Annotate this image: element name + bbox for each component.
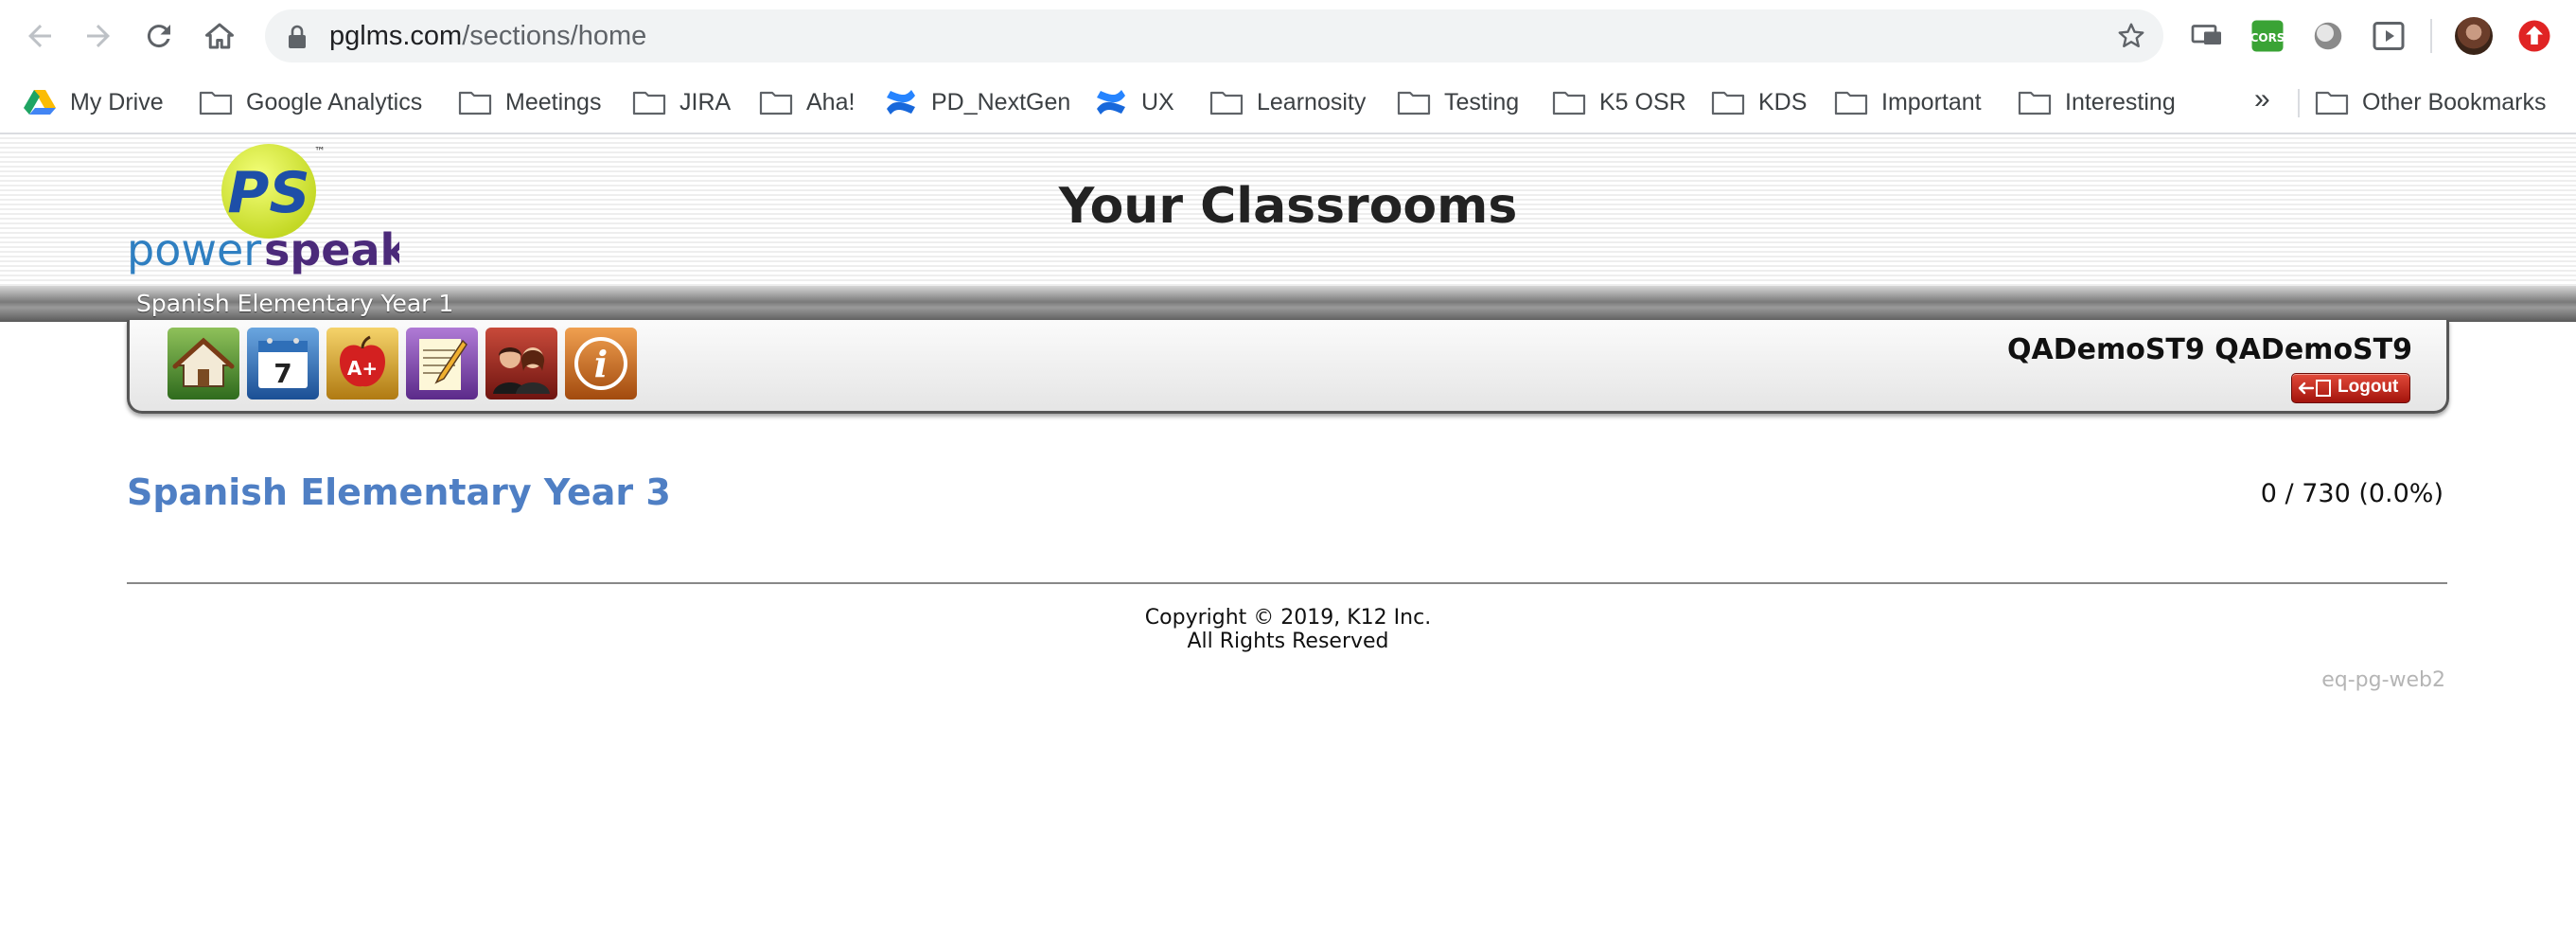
bookmark-google-analytics[interactable]: Google Analytics xyxy=(199,81,422,123)
page-title: Your Classrooms xyxy=(1058,178,1518,235)
svg-text:i: i xyxy=(594,343,608,385)
folder-icon xyxy=(632,91,666,115)
url-text[interactable]: pglms.com/sections/home xyxy=(329,19,646,53)
assignments-icon[interactable] xyxy=(406,328,478,399)
course-strip: Spanish Elementary Year 1 xyxy=(0,286,2576,322)
home-icon[interactable] xyxy=(203,19,237,53)
bookmark-label: KDS xyxy=(1758,88,1808,115)
current-course-label: Spanish Elementary Year 1 xyxy=(136,290,454,317)
cors-icon[interactable]: CORS xyxy=(2250,19,2285,53)
classroom-link[interactable]: Spanish Elementary Year 3 xyxy=(127,471,671,513)
bookmark-learnosity[interactable]: Learnosity xyxy=(1209,81,1366,123)
bookmark-label: Learnosity xyxy=(1257,88,1367,115)
copyright-line: Copyright © 2019, K12 Inc. xyxy=(1144,606,1432,630)
bookmark-label: Aha! xyxy=(806,88,856,115)
bookmark-label: My Drive xyxy=(70,88,164,115)
nav-panel: 7 A+ i QADemoST9 QADemoST9 Logout xyxy=(127,320,2449,414)
folder-icon xyxy=(759,91,793,115)
folder-icon xyxy=(458,91,492,115)
address-bar[interactable]: pglms.com/sections/home xyxy=(265,9,2163,62)
bookmark-meetings[interactable]: Meetings xyxy=(458,81,601,123)
bookmark-k5-osr[interactable]: K5 OSR xyxy=(1552,81,1686,123)
more-bookmarks-button[interactable]: » xyxy=(2254,83,2270,115)
bookmark-other-bookmarks[interactable]: Other Bookmarks xyxy=(2315,81,2547,123)
info-icon[interactable]: i xyxy=(565,328,637,399)
folder-icon xyxy=(1397,91,1431,115)
bookmark-pd-nextgen[interactable]: PD_NextGen xyxy=(884,81,1070,123)
bookmark-label: Interesting xyxy=(2065,88,2176,115)
footer-divider xyxy=(127,582,2447,584)
logout-label: Logout xyxy=(2338,377,2399,397)
user-name: QADemoST9 QADemoST9 xyxy=(2006,333,2412,366)
bookmark-label: Important xyxy=(1881,88,1982,115)
upload-extension-icon[interactable] xyxy=(2517,19,2551,53)
reload-icon[interactable] xyxy=(142,19,176,53)
lock-icon xyxy=(289,25,306,48)
calendar-day: 7 xyxy=(273,358,291,389)
browser-toolbar: pglms.com/sections/home CORS xyxy=(0,0,2576,72)
profile-avatar[interactable] xyxy=(2455,17,2493,55)
logo-tm: ™ xyxy=(314,145,326,158)
folder-icon xyxy=(2315,91,2349,115)
confluence-icon xyxy=(1097,90,1125,115)
google-drive-icon xyxy=(24,90,56,115)
bookmark-label: Other Bookmarks xyxy=(2362,88,2547,115)
copyright: Copyright © 2019, K12 Inc. All Rights Re… xyxy=(0,606,2576,653)
grades-icon[interactable]: A+ xyxy=(326,328,398,399)
folder-icon xyxy=(1209,91,1244,115)
bookmark-kds[interactable]: KDS xyxy=(1711,81,1807,123)
back-icon[interactable] xyxy=(23,19,57,53)
page-content: PS ™ power speak Your Classrooms Spanish… xyxy=(0,134,2576,941)
folder-icon xyxy=(2018,91,2052,115)
confluence-icon xyxy=(887,90,915,115)
svg-text:CORS: CORS xyxy=(2250,31,2285,44)
server-id: eq-pg-web2 xyxy=(2321,668,2445,692)
bookmark-aha[interactable]: Aha! xyxy=(759,81,855,123)
rights-line: All Rights Reserved xyxy=(1187,630,1389,653)
bookmark-label: K5 OSR xyxy=(1599,88,1686,115)
toolbar-divider xyxy=(2430,19,2432,53)
circle-extension-icon[interactable] xyxy=(2311,19,2345,53)
bookmarks-bar: My Drive Google Analytics Meetings JIRA … xyxy=(0,72,2576,134)
bookmark-label: Testing xyxy=(1444,88,1520,115)
video-extension-icon[interactable] xyxy=(2372,19,2406,53)
home-icon[interactable] xyxy=(168,328,239,399)
bookmark-label: UX xyxy=(1141,88,1174,115)
bookmark-interesting[interactable]: Interesting xyxy=(2018,81,2176,123)
url-path: /sections/home xyxy=(462,21,647,51)
bookmark-label: PD_NextGen xyxy=(931,88,1071,115)
calendar-icon[interactable]: 7 xyxy=(247,328,319,399)
bookmark-label: Google Analytics xyxy=(246,88,423,115)
cast-icon[interactable] xyxy=(2190,19,2224,53)
bookmark-my-drive[interactable]: My Drive xyxy=(23,81,164,123)
bookmark-label: Meetings xyxy=(505,88,602,115)
folder-icon xyxy=(1834,91,1868,115)
url-domain: pglms.com xyxy=(329,21,463,51)
bookmark-jira[interactable]: JIRA xyxy=(632,81,731,123)
grades-label: A+ xyxy=(347,357,378,380)
bookmark-label: JIRA xyxy=(679,88,732,115)
classroom-progress: 0 / 730 (0.0%) xyxy=(2260,479,2444,508)
bookmark-testing[interactable]: Testing xyxy=(1397,81,1519,123)
teachers-icon[interactable] xyxy=(485,328,557,399)
bookmarks-divider xyxy=(2298,89,2300,117)
bookmark-star-icon[interactable] xyxy=(2116,21,2146,51)
exit-icon xyxy=(2298,380,2331,397)
folder-icon xyxy=(1552,91,1586,115)
logout-button[interactable]: Logout xyxy=(2291,373,2410,403)
forward-icon[interactable] xyxy=(81,19,115,53)
folder-icon xyxy=(199,91,233,115)
folder-icon xyxy=(1711,91,1745,115)
bookmark-important[interactable]: Important xyxy=(1834,81,1982,123)
bookmark-ux[interactable]: UX xyxy=(1094,81,1174,123)
